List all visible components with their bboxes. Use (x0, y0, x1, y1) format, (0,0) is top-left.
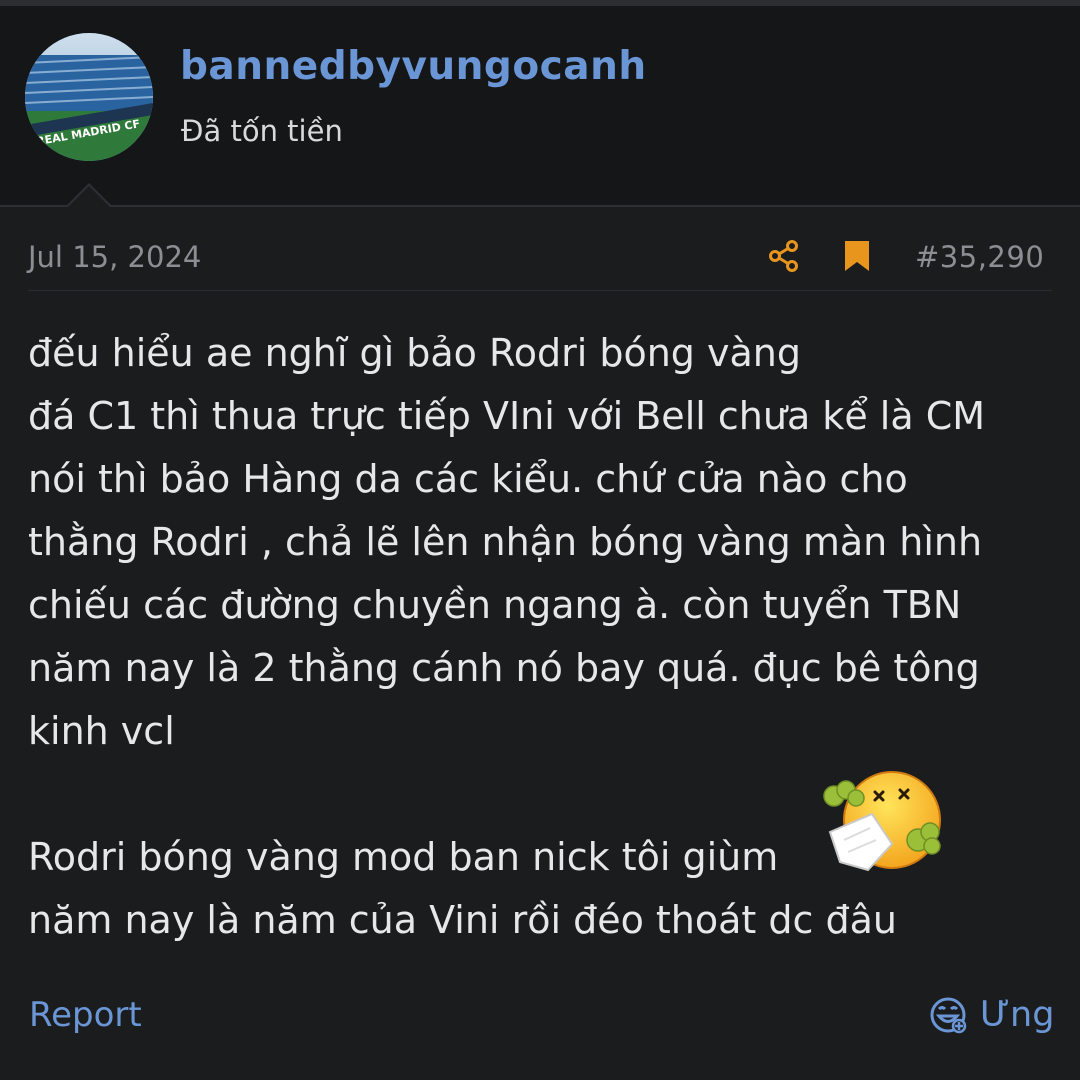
meta-divider (28, 290, 1052, 291)
post-header: REAL MADRID CF bannedbyvungocanh Đã tốn … (0, 6, 1080, 206)
stadium-avatar-image: REAL MADRID CF (25, 33, 153, 161)
avatar[interactable]: REAL MADRID CF (25, 33, 153, 161)
post-line: đá C1 thì thua trực tiếp VIni với Bell c… (28, 394, 986, 438)
post-line: năm nay là 2 thằng cánh nó bay quá. đục … (28, 646, 980, 690)
react-button[interactable]: Ưng (928, 993, 1054, 1037)
post-number[interactable]: #35,290 (915, 240, 1044, 274)
react-label: Ưng (980, 995, 1055, 1035)
post-line: kinh vcl (28, 709, 175, 753)
post-line: thằng Rodri , chả lẽ lên nhận bóng vàng … (28, 520, 983, 564)
user-title: Đã tốn tiền (181, 114, 343, 148)
bookmark-icon[interactable] (844, 240, 870, 272)
share-icon[interactable] (767, 239, 801, 273)
post-line: năm nay là năm của Vini rồi đéo thoát dc… (28, 898, 897, 942)
sick-face-emoji (820, 770, 944, 876)
post-date[interactable]: Jul 15, 2024 (28, 240, 201, 274)
post-line: đếu hiểu ae nghĩ gì bảo Rodri bóng vàng (28, 331, 801, 375)
username[interactable]: bannedbyvungocanh (180, 44, 647, 89)
header-pointer-fill (68, 186, 110, 207)
laugh-react-icon (930, 997, 967, 1034)
post-line: nói thì bảo Hàng da các kiểu. chứ cửa nà… (28, 457, 908, 501)
post-line: chiếu các đường chuyền ngang à. còn tuyể… (28, 583, 962, 627)
report-link[interactable]: Report (29, 995, 142, 1035)
header-divider (0, 205, 1080, 207)
